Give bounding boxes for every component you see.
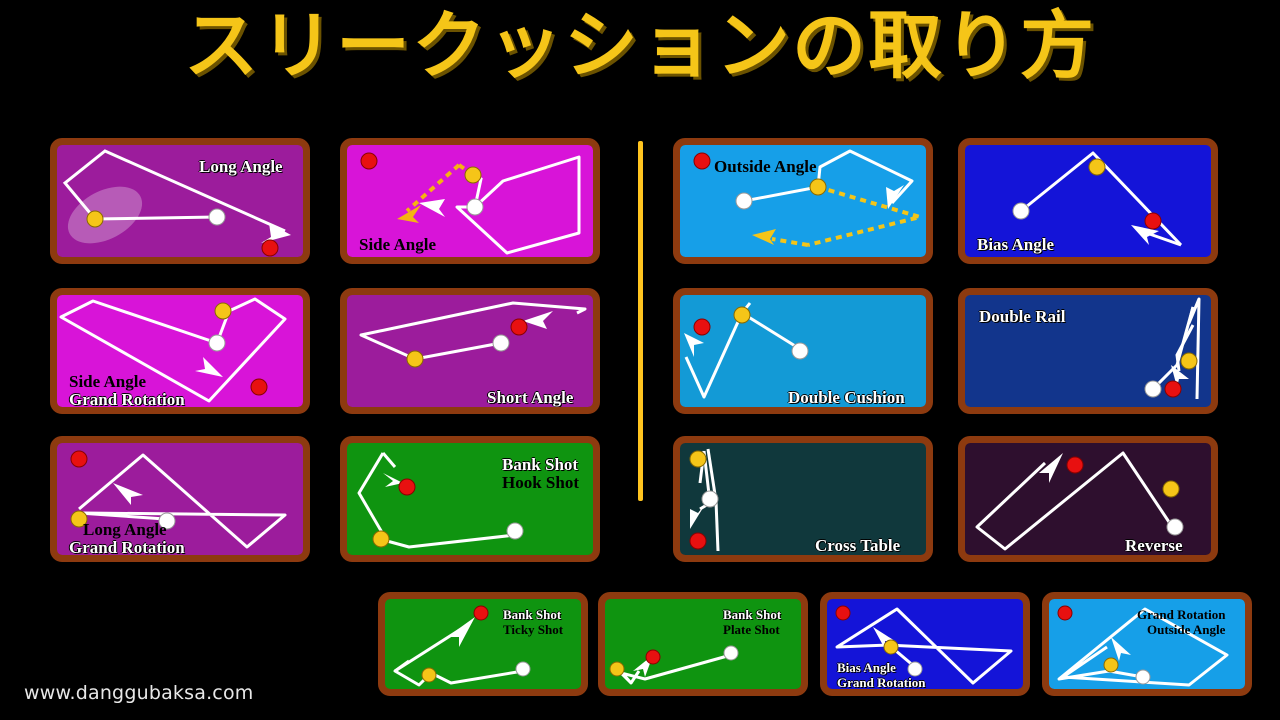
diagram-panel-bank-shot-ticky-shot[interactable]: Bank Shot Ticky Shot	[378, 592, 588, 696]
shot-path-diagram	[975, 451, 1184, 551]
diagram-panel-bank-shot-hook-shot[interactable]: Bank Shot Hook Shot	[340, 436, 600, 562]
page-title: スリークッションの取り方	[184, 3, 1096, 89]
diagram-panel-short-angle[interactable]: Short Angle	[340, 288, 600, 414]
shot-path-diagram	[684, 302, 809, 399]
shot-path-diagram	[693, 149, 926, 247]
diagram-panel-bias-angle[interactable]: Bias Angle	[958, 138, 1218, 264]
table-felt	[347, 145, 593, 257]
shot-path-diagram	[59, 297, 287, 403]
table-felt	[57, 295, 303, 407]
diagram-panel-bank-shot-plate-shot[interactable]: Bank Shot Plate Shot	[598, 592, 808, 696]
table-felt	[680, 295, 926, 407]
table-felt	[347, 295, 593, 407]
table-felt	[965, 295, 1211, 407]
diagram-panel-side-angle[interactable]: Side Angle	[340, 138, 600, 264]
watermark: www.danggubaksa.com	[24, 682, 254, 704]
shot-path-diagram	[609, 645, 739, 685]
shot-path-diagram	[70, 450, 287, 549]
shot-path-diagram	[62, 149, 291, 257]
diagram-panel-bias-angle-grand-rotation[interactable]: Bias Angle Grand Rotation	[820, 592, 1030, 696]
diagram-panel-long-angle[interactable]: Long Angle	[50, 138, 310, 264]
shot-path-diagram	[835, 605, 1013, 685]
diagram-panel-side-angle-grand-rotation[interactable]: Side Angle Grand Rotation	[50, 288, 310, 414]
shot-path-diagram	[689, 448, 720, 552]
diagram-panel-cross-table[interactable]: Cross Table	[673, 436, 933, 562]
table-felt	[385, 599, 581, 689]
diagram-panel-double-rail[interactable]: Double Rail	[958, 288, 1218, 414]
diagram-panel-long-angle-grand-rotation[interactable]: Long Angle Grand Rotation	[50, 436, 310, 562]
table-felt	[57, 145, 303, 257]
diagram-panel-grand-rotation-outside-angle[interactable]: Grand Rotation Outside Angle	[1042, 592, 1252, 696]
shot-path-diagram	[360, 152, 581, 255]
table-felt	[680, 443, 926, 555]
table-felt	[347, 443, 593, 555]
diagram-panel-double-cushion[interactable]: Double Cushion	[673, 288, 933, 414]
table-felt	[827, 599, 1023, 689]
shot-path-diagram	[357, 452, 524, 549]
table-felt	[605, 599, 801, 689]
shot-path-diagram	[1012, 151, 1183, 247]
shot-path-diagram	[1144, 297, 1201, 400]
table-felt	[680, 145, 926, 257]
table-felt	[965, 443, 1211, 555]
shot-path-diagram	[359, 301, 587, 368]
table-felt	[1049, 599, 1245, 689]
shot-path-diagram	[1057, 605, 1229, 687]
table-felt	[965, 145, 1211, 257]
diagram-panel-outside-angle[interactable]: Outside Angle	[673, 138, 933, 264]
table-felt	[57, 443, 303, 555]
shot-path-diagram	[393, 605, 531, 687]
vertical-divider	[638, 141, 643, 501]
diagram-panel-reverse[interactable]: Reverse	[958, 436, 1218, 562]
